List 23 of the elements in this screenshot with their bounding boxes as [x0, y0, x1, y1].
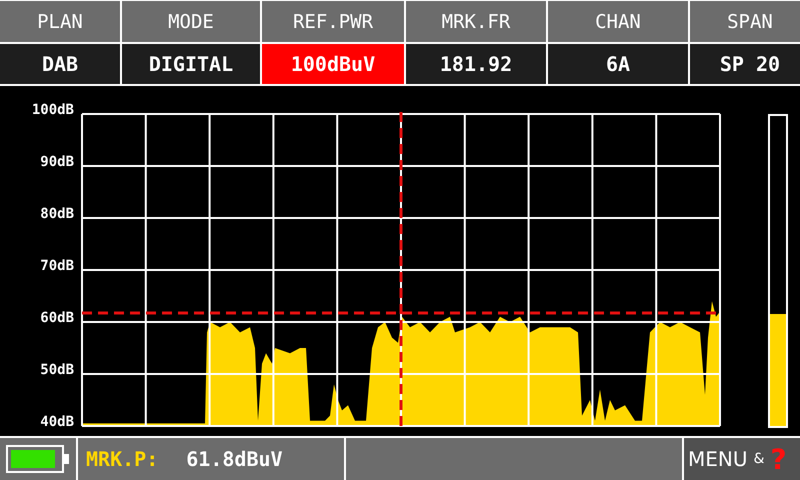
axis-label: 50dB [40, 361, 74, 380]
parameter-label: SPAN [690, 1, 800, 42]
parameter-label: CHAN [548, 1, 688, 42]
parameter-label: PLAN [0, 1, 120, 42]
axis-label: 40dB [40, 413, 74, 432]
parameter-label: MODE [122, 1, 260, 42]
parameter-value[interactable]: DAB [0, 44, 120, 84]
parameter-value[interactable]: DIGITAL [122, 44, 260, 84]
marker-power-value: 61.8dBuV [186, 447, 283, 471]
axis-label: 100dB [32, 101, 74, 120]
axis-label: 70dB [40, 257, 74, 276]
parameter-label: MRK.FR [406, 1, 546, 42]
menu-help-button[interactable]: MENU & ? [684, 438, 800, 480]
parameter-label: REF.PWR [262, 1, 404, 42]
axis-label: 80dB [40, 205, 74, 224]
marker-power-label: MRK.P: [86, 447, 158, 471]
parameter-value[interactable]: SP 20 [690, 44, 800, 84]
axis-label: 90dB [40, 153, 74, 172]
parameter-value[interactable]: 181.92 [406, 44, 546, 84]
battery-icon [6, 445, 70, 473]
parameter-value[interactable]: 6A [548, 44, 688, 84]
axis-label: 60dB [40, 309, 74, 328]
parameter-value[interactable]: 100dBuV [262, 44, 404, 84]
